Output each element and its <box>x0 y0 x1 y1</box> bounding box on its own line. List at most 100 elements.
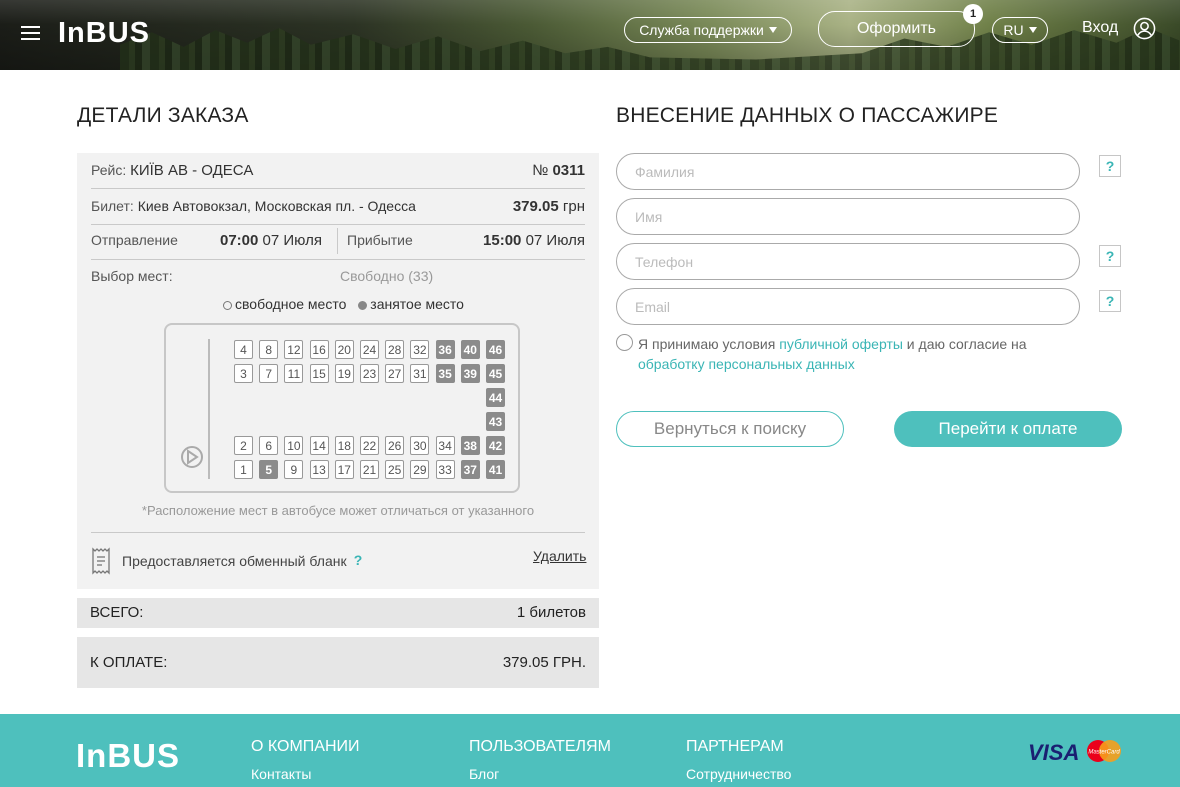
busy-seat-legend-icon <box>358 301 368 310</box>
seat-28[interactable]: 28 <box>385 340 405 359</box>
seat-35: 35 <box>435 364 455 383</box>
exchange-help-icon[interactable]: ? <box>348 549 368 571</box>
seat-15[interactable]: 15 <box>309 364 329 383</box>
logo[interactable]: InBUS <box>58 17 150 50</box>
offer-link[interactable]: публичной оферты <box>779 336 903 352</box>
seat-legend: свободное место занятое место <box>223 296 483 312</box>
seat-select-row: Выбор мест: Свободно (33) <box>91 268 585 284</box>
footer-col-title: ПАРТНЕРАМ <box>686 738 784 755</box>
divider <box>91 188 585 189</box>
route-label: Рейс: <box>91 162 127 178</box>
seat-23[interactable]: 23 <box>360 364 379 383</box>
seat-30[interactable]: 30 <box>410 436 430 455</box>
total-value: 1 билетов <box>516 604 586 621</box>
seat-34[interactable]: 34 <box>435 436 455 455</box>
seat-24[interactable]: 24 <box>360 340 379 359</box>
route-row: Рейс: КИЇВ АВ - ОДЕСА № 0311 <box>91 162 585 179</box>
divider <box>91 259 585 260</box>
seat-33[interactable]: 33 <box>435 460 455 479</box>
order-button[interactable]: Оформить <box>818 11 975 47</box>
layout-note: *Расположение мест в автобусе может отли… <box>141 503 535 518</box>
depart-time: 07:00 07 Июля <box>220 232 322 249</box>
seat-29[interactable]: 29 <box>410 460 430 479</box>
seat-13[interactable]: 13 <box>309 460 329 479</box>
agree-text: Я принимаю условия публичной оферты и да… <box>638 336 1027 372</box>
seat-38: 38 <box>460 436 480 455</box>
footer-logo[interactable]: InBUS <box>76 737 180 775</box>
arrive-time: 15:00 07 Июля <box>483 232 585 249</box>
seat-6[interactable]: 6 <box>259 436 279 455</box>
seat-4[interactable]: 4 <box>234 340 253 359</box>
support-dropdown[interactable]: Служба поддержки <box>624 17 792 43</box>
footer-col-title: О КОМПАНИИ <box>251 738 360 755</box>
seat-40: 40 <box>460 340 480 359</box>
cart-badge: 1 <box>963 4 983 24</box>
user-icon[interactable] <box>1133 17 1156 40</box>
top-header: InBUS Служба поддержки Оформить 1 RU Вхо… <box>0 0 1180 70</box>
seat-31[interactable]: 31 <box>410 364 430 383</box>
phone-input[interactable] <box>616 243 1080 280</box>
free-seat-legend-icon <box>223 301 232 310</box>
surname-input[interactable] <box>616 153 1080 190</box>
seat-44: 44 <box>486 388 505 407</box>
seat-3[interactable]: 3 <box>234 364 253 383</box>
total-label: ВСЕГО: <box>90 604 144 621</box>
seat-1[interactable]: 1 <box>234 460 253 479</box>
seat-39: 39 <box>460 364 480 383</box>
phone-help-icon[interactable]: ? <box>1099 245 1121 267</box>
seat-10[interactable]: 10 <box>284 436 304 455</box>
delete-link[interactable]: Удалить <box>533 548 586 564</box>
personal-data-link[interactable]: обработку персональных данных <box>638 356 855 372</box>
seat-8[interactable]: 8 <box>259 340 279 359</box>
visa-logo: VISA <box>1028 740 1080 765</box>
seat-32[interactable]: 32 <box>410 340 430 359</box>
seat-5: 5 <box>259 460 279 479</box>
ticket-row: Билет: Киев Автовокзал, Московская пл. -… <box>91 198 585 215</box>
seat-27[interactable]: 27 <box>385 364 405 383</box>
pay-label: К ОПЛАТЕ: <box>90 654 168 671</box>
back-to-search-button[interactable]: Вернуться к поиску <box>616 411 844 447</box>
seat-26[interactable]: 26 <box>385 436 405 455</box>
mastercard-logo: MasterCard <box>1087 740 1121 762</box>
seat-2[interactable]: 2 <box>234 436 253 455</box>
language-select[interactable]: RU <box>992 17 1048 43</box>
seat-18[interactable]: 18 <box>334 436 354 455</box>
seat-7[interactable]: 7 <box>259 364 279 383</box>
order-details-panel: Рейс: КИЇВ АВ - ОДЕСА № 0311 Билет: Киев… <box>77 153 599 589</box>
login-link[interactable]: Вход <box>1082 19 1118 37</box>
seat-9[interactable]: 9 <box>284 460 304 479</box>
divider <box>337 228 338 254</box>
seat-16[interactable]: 16 <box>309 340 329 359</box>
language-label: RU <box>1003 22 1024 38</box>
name-input[interactable] <box>616 198 1080 235</box>
seat-11[interactable]: 11 <box>284 364 304 383</box>
seat-14[interactable]: 14 <box>309 436 329 455</box>
bus-divider <box>208 339 210 479</box>
seat-22[interactable]: 22 <box>360 436 379 455</box>
footer-link-cooperation[interactable]: Сотрудничество <box>686 766 791 782</box>
support-label: Служба поддержки <box>639 22 764 38</box>
legend-busy: занятое место <box>370 296 464 312</box>
seat-12[interactable]: 12 <box>284 340 304 359</box>
email-help-icon[interactable]: ? <box>1099 290 1121 312</box>
seat-43: 43 <box>486 412 505 431</box>
bus-seat-map: 4 8 12 16 20 24 28 32 36 40 46 3 7 11 15 19 23 27 31 35 39 45… <box>164 323 520 493</box>
seat-36: 36 <box>435 340 455 359</box>
seat-19[interactable]: 19 <box>334 364 354 383</box>
seat-21[interactable]: 21 <box>360 460 379 479</box>
menu-icon[interactable] <box>21 26 40 41</box>
svg-text:MasterCard: MasterCard <box>1088 750 1120 756</box>
surname-help-icon[interactable]: ? <box>1099 155 1121 177</box>
footer-link-blog[interactable]: Блог <box>469 766 499 782</box>
seat-25[interactable]: 25 <box>385 460 405 479</box>
go-to-payment-button[interactable]: Перейти к оплате <box>894 411 1122 447</box>
seat-37: 37 <box>460 460 480 479</box>
seat-17[interactable]: 17 <box>334 460 354 479</box>
seat-20[interactable]: 20 <box>334 340 354 359</box>
seats-label: Выбор мест: <box>91 268 173 284</box>
email-input[interactable] <box>616 288 1080 325</box>
chevron-down-icon <box>1028 27 1037 33</box>
footer-link-contacts[interactable]: Контакты <box>251 766 311 782</box>
payment-bar: К ОПЛАТЕ: 379.05 ГРН. <box>77 637 599 688</box>
chevron-down-icon <box>768 27 777 33</box>
